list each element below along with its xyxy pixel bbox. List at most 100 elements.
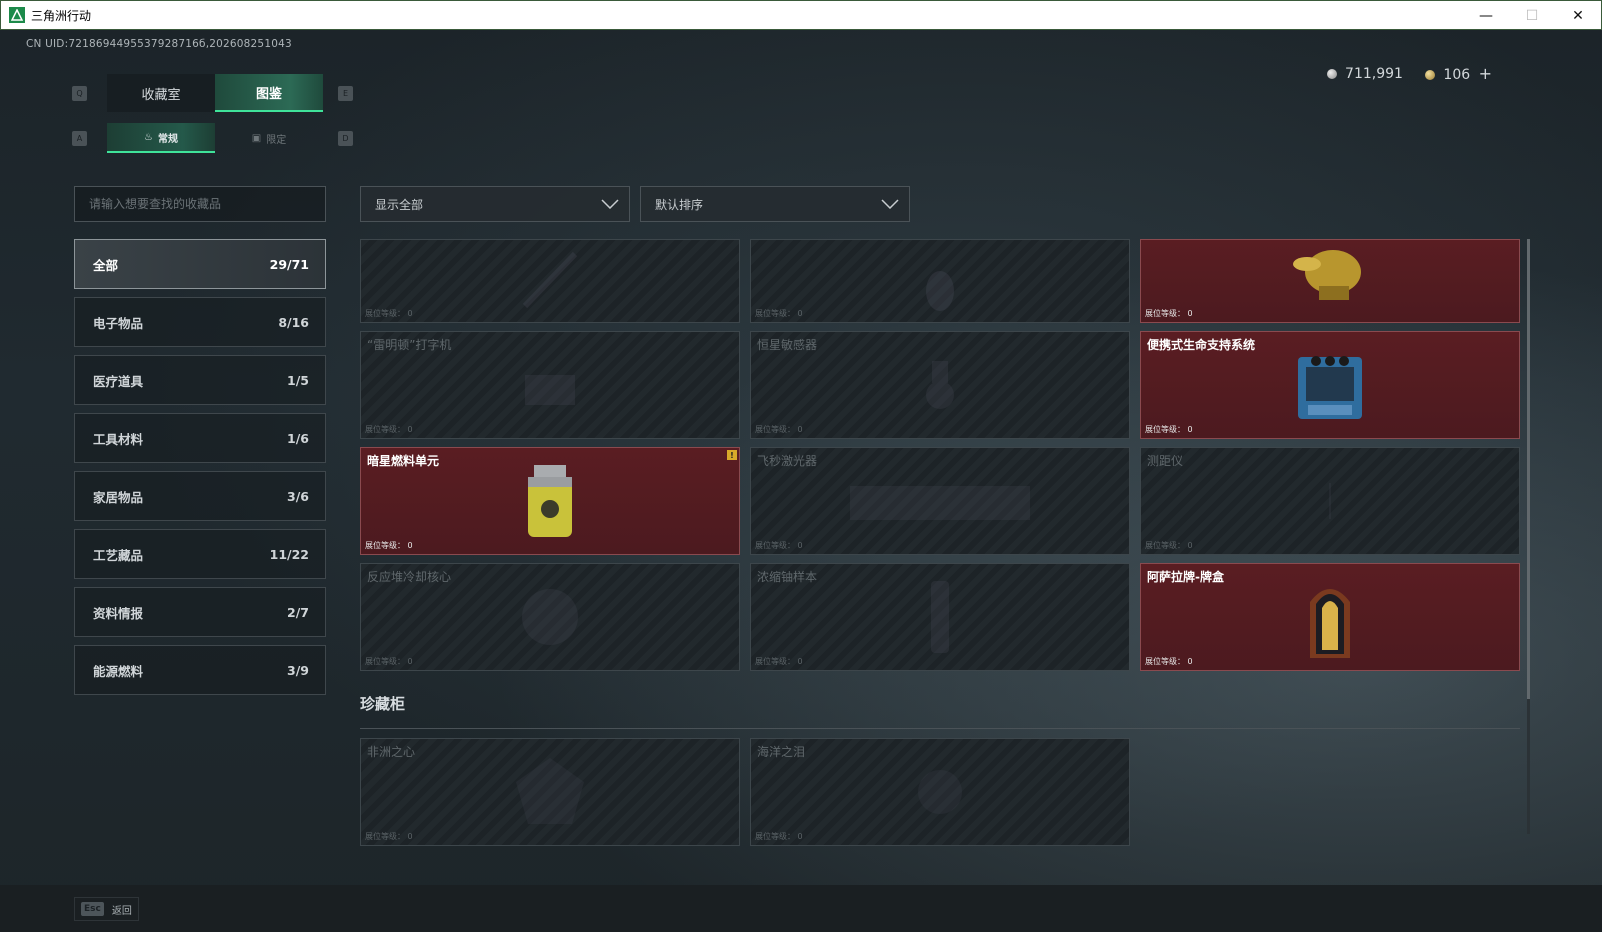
- minimize-button[interactable]: —: [1463, 1, 1509, 31]
- item-name: 阿萨拉牌-牌盒: [1147, 570, 1224, 584]
- display-level: 展位等级： 0: [1145, 425, 1193, 434]
- display-level: 展位等级： 0: [1145, 541, 1193, 550]
- item-name: 海洋之泪: [757, 745, 806, 759]
- display-level: 展位等级： 0: [755, 832, 803, 841]
- category-intel[interactable]: 资料情报 2/7: [74, 587, 326, 637]
- item-name: 暗星燃料单元: [367, 454, 440, 468]
- heart-of-africa-icon: [516, 758, 584, 824]
- scrollbar-thumb[interactable]: [1527, 239, 1530, 699]
- item-name: “雷明顿”打字机: [367, 338, 452, 352]
- bottom-bar: Esc 返回: [0, 885, 1602, 932]
- category-count: 8/16: [278, 314, 309, 330]
- sort-dropdown[interactable]: 默认排序: [640, 186, 910, 222]
- category-count: 2/7: [287, 604, 309, 620]
- key-hint-e: E: [338, 86, 353, 101]
- category-label: 资料情报: [93, 605, 144, 621]
- item-card[interactable]: 浓缩铀样本 展位等级： 0: [750, 563, 1130, 671]
- category-list: 全部 29/71 电子物品 8/16 医疗道具 1/5 工具材料 1/6 家居物…: [74, 239, 326, 703]
- tab-regular[interactable]: ♨ 常规: [107, 123, 215, 153]
- item-name: 恒星敏感器: [757, 338, 818, 352]
- category-count: 1/5: [287, 372, 309, 388]
- golden-crocodile-icon: [1293, 250, 1361, 300]
- category-household[interactable]: 家居物品 3/6: [74, 471, 326, 521]
- display-level: 展位等级： 0: [365, 541, 413, 550]
- display-filter-dropdown[interactable]: 显示全部: [360, 186, 630, 222]
- sort-value: 默认排序: [655, 197, 704, 212]
- item-card[interactable]: 展位等级： 0: [750, 239, 1130, 323]
- item-card[interactable]: 阿萨拉牌-牌盒 展位等级： 0: [1140, 563, 1520, 671]
- femtosecond-laser-icon: [850, 486, 1030, 520]
- search-input[interactable]: [89, 197, 325, 211]
- display-level: 展位等级： 0: [755, 657, 803, 666]
- display-filter-value: 显示全部: [375, 197, 424, 212]
- display-level: 展位等级： 0: [755, 425, 803, 434]
- gold-currency[interactable]: 106 +: [1424, 64, 1492, 83]
- display-level: 展位等级： 0: [365, 425, 413, 434]
- window-titlebar: 三角洲行动 — ☐ ✕: [0, 0, 1602, 30]
- tab-limited[interactable]: ▣ 限定: [215, 123, 323, 153]
- back-button[interactable]: Esc 返回: [74, 897, 139, 921]
- item-name: 非洲之心: [367, 745, 416, 759]
- add-currency-button[interactable]: +: [1479, 64, 1492, 83]
- category-electronics[interactable]: 电子物品 8/16: [74, 297, 326, 347]
- reactor-core-icon: [522, 589, 578, 645]
- category-count: 11/22: [269, 546, 309, 562]
- flame-icon: ♨: [144, 131, 153, 143]
- category-count: 1/6: [287, 430, 309, 446]
- chevron-down-icon: [601, 199, 619, 209]
- category-label: 电子物品: [93, 315, 144, 331]
- display-level: 展位等级： 0: [365, 832, 413, 841]
- picture-icon: ▣: [251, 132, 262, 144]
- grid-scrollbar[interactable]: [1527, 239, 1530, 834]
- life-support-system-icon: [1298, 356, 1362, 419]
- item-card[interactable]: 飞秒激光器 展位等级： 0: [750, 447, 1130, 555]
- tab-collection-room[interactable]: 收藏室: [107, 74, 215, 112]
- category-label: 工艺藏品: [93, 547, 144, 563]
- category-label: 全部: [93, 257, 119, 273]
- display-level: 展位等级： 0: [365, 657, 413, 666]
- category-crafts[interactable]: 工艺藏品 11/22: [74, 529, 326, 579]
- item-card[interactable]: 恒星敏感器 展位等级： 0: [750, 331, 1130, 439]
- item-name: 反应堆冷却核心: [367, 570, 452, 584]
- rangefinder-icon: [1329, 483, 1331, 519]
- treasure-item-card[interactable]: 海洋之泪 展位等级： 0: [750, 738, 1130, 846]
- warning-badge-icon: !: [727, 450, 737, 460]
- item-card[interactable]: 展位等级： 0: [360, 239, 740, 323]
- tab-limited-label: 限定: [266, 134, 287, 146]
- category-label: 家居物品: [93, 489, 144, 505]
- item-silhouette-icon: [926, 271, 954, 311]
- tab-catalog[interactable]: 图鉴: [215, 74, 323, 112]
- item-card[interactable]: 展位等级： 0: [1140, 239, 1520, 323]
- category-label: 工具材料: [93, 431, 144, 447]
- key-hint-d: D: [338, 131, 353, 146]
- category-all[interactable]: 全部 29/71: [74, 239, 326, 289]
- tab-regular-label: 常规: [157, 133, 178, 145]
- silver-amount: 711,991: [1345, 65, 1403, 82]
- maximize-button[interactable]: ☐: [1509, 1, 1555, 31]
- category-medical[interactable]: 医疗道具 1/5: [74, 355, 326, 405]
- uranium-sample-icon: [931, 581, 949, 653]
- item-name: 便携式生命支持系统: [1147, 338, 1256, 352]
- sub-tabs: ♨ 常规 ▣ 限定: [107, 123, 323, 153]
- item-card[interactable]: 便携式生命支持系统 展位等级： 0: [1140, 331, 1520, 439]
- treasure-item-card[interactable]: 非洲之心 展位等级： 0: [360, 738, 740, 846]
- key-hint-a: A: [72, 131, 87, 146]
- main-tabs: 收藏室 图鉴: [107, 74, 323, 112]
- fuel-cell-icon: [528, 465, 572, 537]
- category-energy[interactable]: 能源燃料 3/9: [74, 645, 326, 695]
- item-card[interactable]: 测距仪 展位等级： 0: [1140, 447, 1520, 555]
- category-tools[interactable]: 工具材料 1/6: [74, 413, 326, 463]
- display-level: 展位等级： 0: [1145, 657, 1193, 666]
- item-card[interactable]: 暗星燃料单元 ! 展位等级： 0: [360, 447, 740, 555]
- user-uid: CN UID:7218694495537928716б,202608251043: [26, 38, 292, 50]
- search-box[interactable]: [74, 186, 326, 222]
- tear-of-ocean-icon: [918, 770, 962, 814]
- card-box-icon: [1310, 589, 1350, 658]
- close-button[interactable]: ✕: [1555, 1, 1601, 31]
- display-level: 展位等级： 0: [365, 309, 413, 318]
- item-card[interactable]: 反应堆冷却核心 展位等级： 0: [360, 563, 740, 671]
- gold-coin-icon: [1424, 70, 1435, 80]
- back-label: 返回: [111, 905, 132, 917]
- chevron-down-icon: [881, 199, 899, 209]
- item-card[interactable]: “雷明顿”打字机 展位等级： 0: [360, 331, 740, 439]
